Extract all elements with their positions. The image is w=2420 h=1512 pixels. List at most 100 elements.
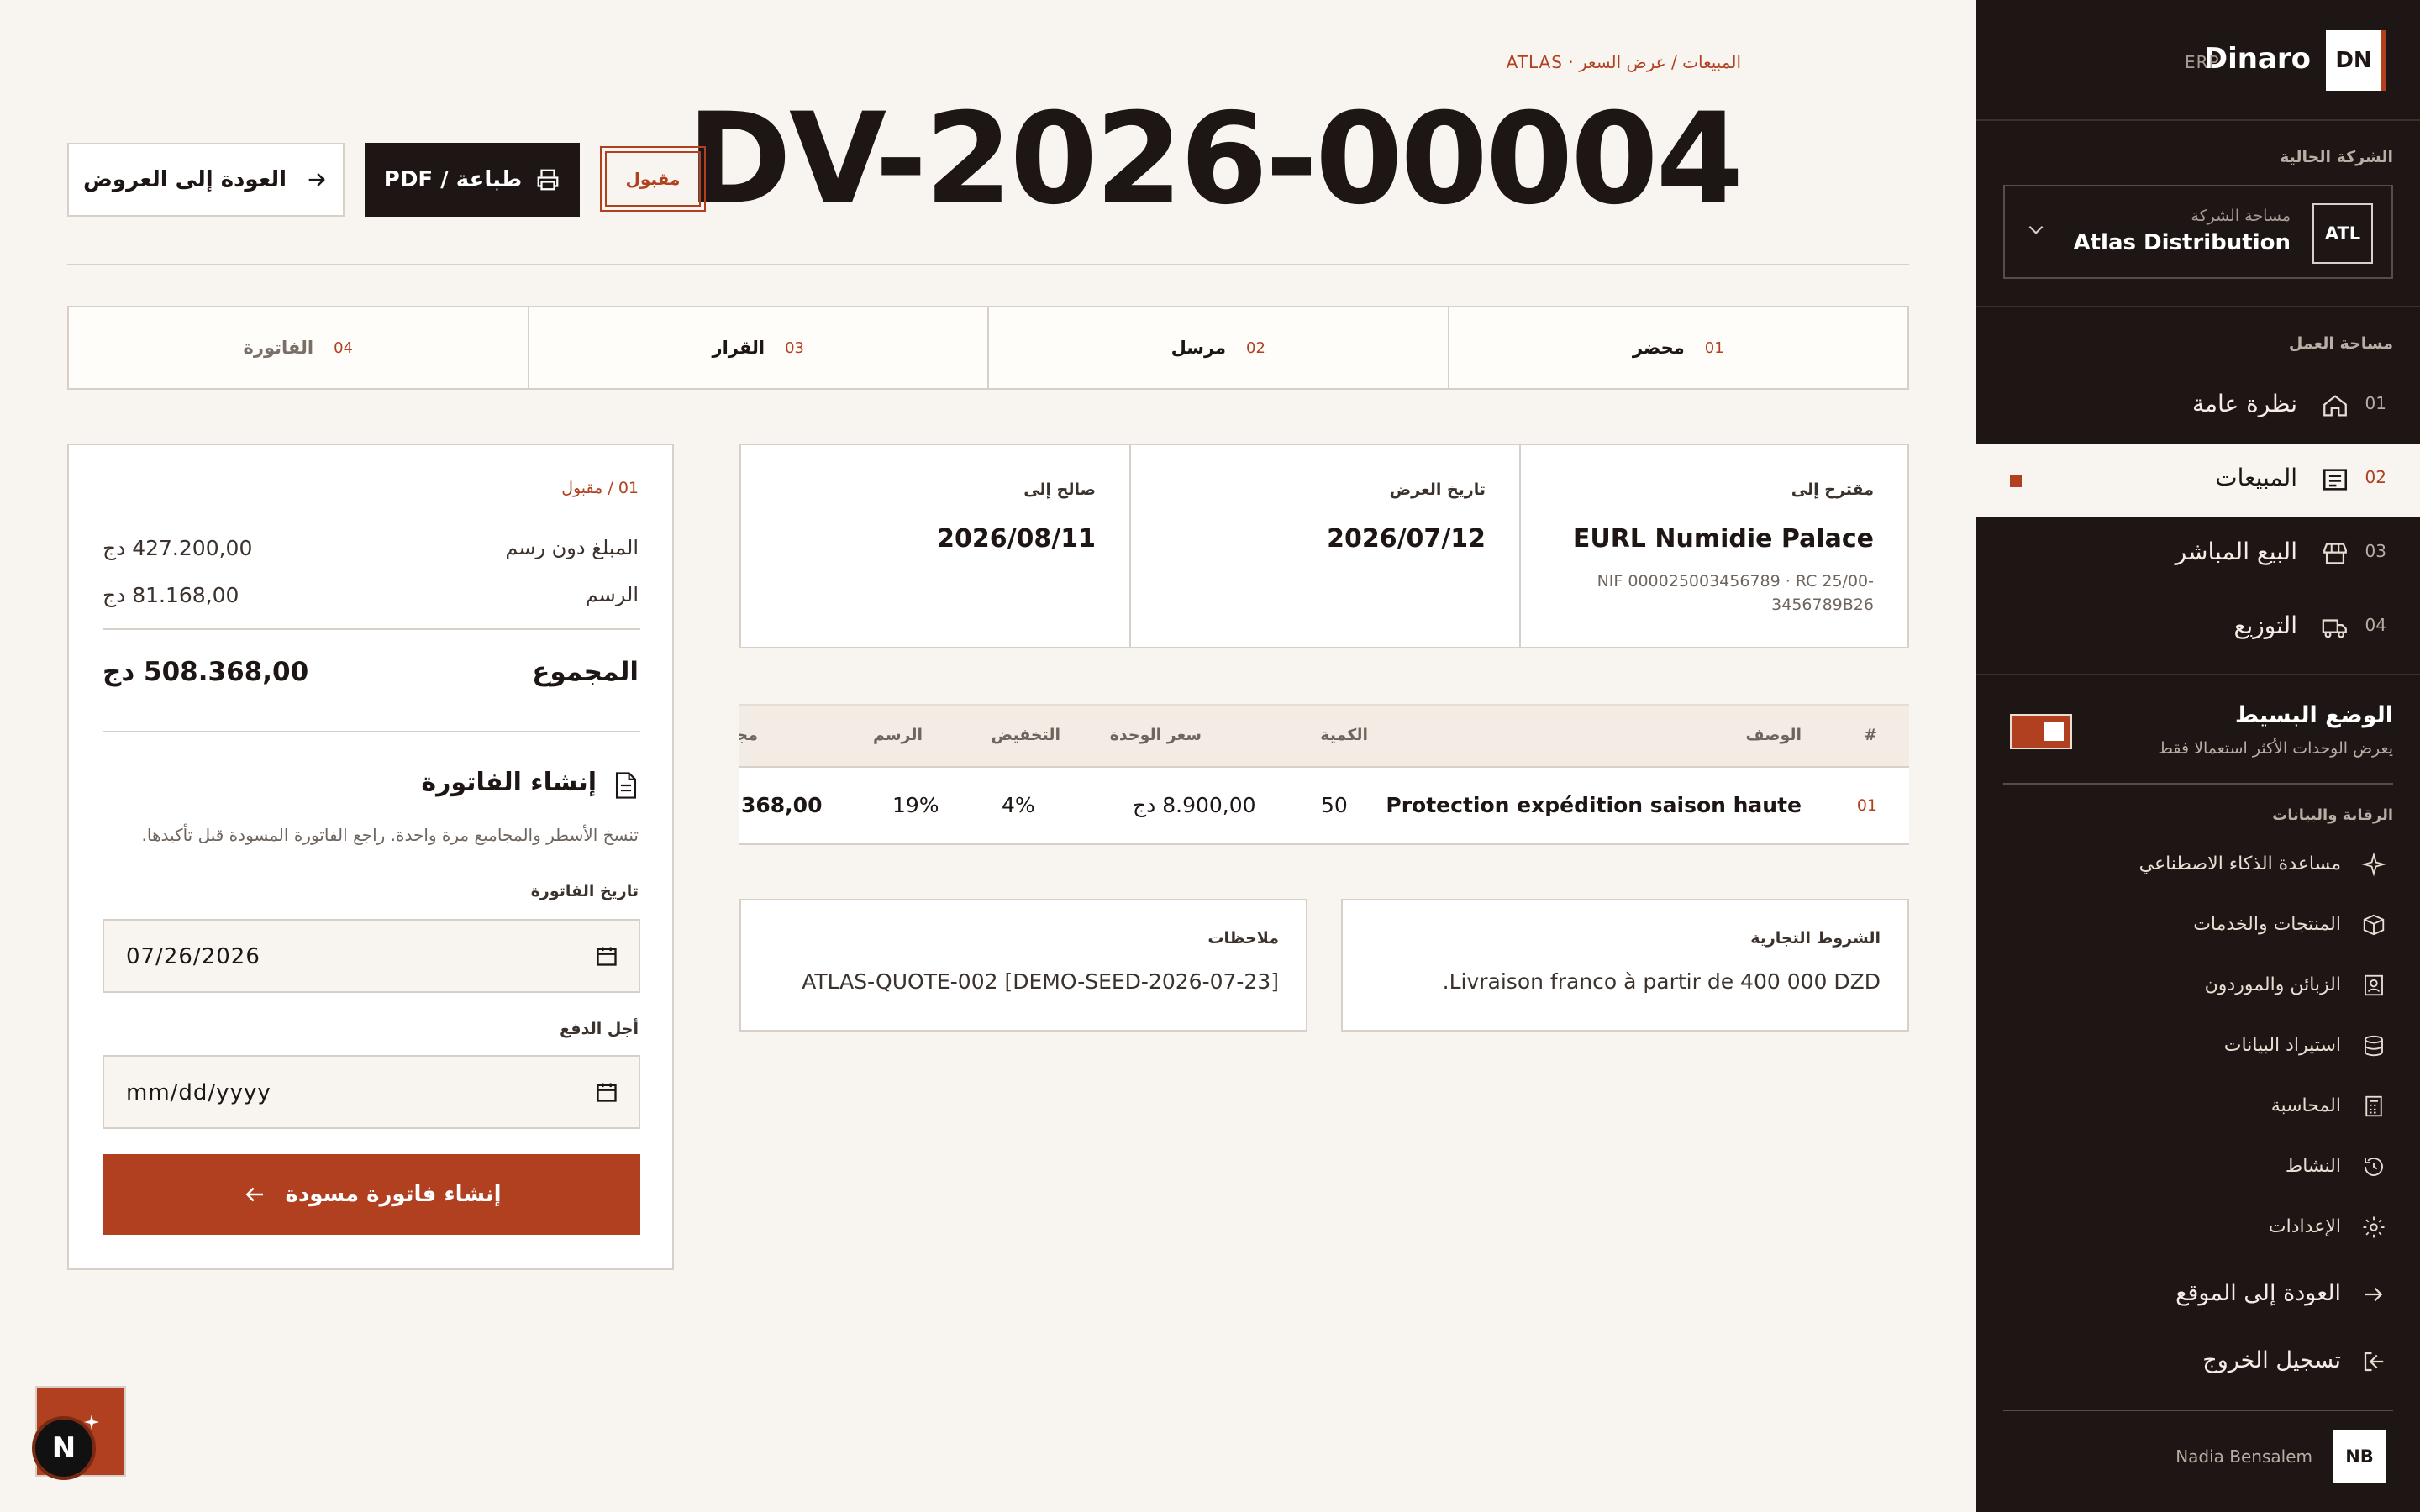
contacts-icon xyxy=(2365,974,2383,996)
col-total: مجـ xyxy=(739,726,758,744)
gear-icon xyxy=(2363,1216,2385,1238)
step-number: 01 xyxy=(1704,339,1724,357)
invoice-date-field[interactable]: 07/26/2026 xyxy=(103,919,640,993)
step-label: محضر xyxy=(1632,338,1685,358)
calendar-icon[interactable] xyxy=(595,944,618,968)
page-title: DV-2026-00004 xyxy=(687,87,1744,233)
back-to-site-link[interactable]: العودة إلى الموقع xyxy=(1976,1270,2420,1320)
quote-date-card: تاريخ العرض 2026/07/12 xyxy=(1129,444,1521,648)
sidebar-item-import[interactable]: استيراد البيانات xyxy=(1976,1021,2420,1072)
simple-mode-title: الوضع البسيط xyxy=(2234,702,2393,728)
step-sent[interactable]: 02 مرسل xyxy=(987,307,1448,388)
quote-progress-steps: 01 محضر 02 مرسل 03 القرار 04 الفاتورة xyxy=(67,306,1909,390)
calendar-icon[interactable] xyxy=(595,1080,618,1104)
sidebar-item-label: التوزيع xyxy=(2233,612,2297,639)
valid-until-label: صالح إلى xyxy=(1023,480,1096,499)
assistant-avatar-button[interactable]: N xyxy=(32,1416,96,1480)
valid-until-card: صالح إلى 2026/08/11 xyxy=(739,444,1131,648)
sidebar-item-distribution[interactable]: 04 التوزيع xyxy=(1976,591,2420,665)
totals-divider xyxy=(103,628,640,630)
simple-mode-toggle[interactable] xyxy=(2010,714,2072,749)
sidebar-item-direct-sale[interactable]: 03 البيع المباشر xyxy=(1976,517,2420,591)
logout-icon xyxy=(2364,1352,2384,1372)
sidebar-item-products[interactable]: المنتجات والخدمات xyxy=(1976,900,2420,951)
cell-unit-price: 8.900,00 دج xyxy=(1133,793,1256,817)
company-switcher[interactable]: ATL مساحة الشركة Atlas Distribution xyxy=(2003,185,2393,279)
sidebar-item-label: استيراد البيانات xyxy=(2223,1035,2341,1056)
nav-number: 01 xyxy=(2365,393,2386,413)
logout-link[interactable]: تسجيل الخروج xyxy=(1976,1337,2420,1388)
sidebar-divider xyxy=(2003,783,2393,785)
step-invoice[interactable]: 04 الفاتورة xyxy=(69,307,528,388)
home-icon xyxy=(2323,395,2347,417)
history-icon xyxy=(2365,1158,2383,1176)
logout-label: تسجيل الخروج xyxy=(2202,1347,2341,1373)
arrow-left-icon xyxy=(245,1187,263,1202)
invoice-panel: 01 / مقبول المبلغ دون رسم 427.200,00 دج … xyxy=(67,444,674,1270)
nav-number: 02 xyxy=(2365,467,2386,487)
user-name: Nadia Bensalem xyxy=(2175,1446,2312,1467)
sidebar-item-accounting[interactable]: المحاسبة xyxy=(1976,1082,2420,1132)
table-row[interactable]: 01 Protection expédition saison haute 50… xyxy=(739,768,1909,845)
create-invoice-help: تنسخ الأسطر والمجاميع مرة واحدة. راجع ال… xyxy=(141,825,639,845)
step-number: 03 xyxy=(785,339,804,357)
step-prepared[interactable]: 01 محضر xyxy=(1447,307,1908,388)
create-draft-label: إنشاء فاتورة مسودة xyxy=(285,1182,502,1207)
step-decision[interactable]: 03 القرار xyxy=(527,307,988,388)
col-description: الوصف xyxy=(1745,726,1802,744)
notes-card: ملاحظات ATLAS-QUOTE-002 [DEMO-SEED-2026-… xyxy=(739,899,1307,1032)
erp-label: ERP xyxy=(2185,52,2220,72)
total-label: المجموع xyxy=(532,657,639,687)
sidebar-item-overview[interactable]: 01 نظرة عامة xyxy=(1976,370,2420,444)
cell-quantity: 50 xyxy=(1321,793,1348,817)
cell-index: 01 xyxy=(1856,796,1877,815)
col-tax: الرسم xyxy=(872,726,923,744)
quote-date-value: 2026/07/12 xyxy=(1327,524,1486,554)
invoice-date-value: 07/26/2026 xyxy=(126,944,260,969)
create-invoice-title: إنشاء الفاتورة xyxy=(421,768,597,797)
sidebar-item-label: مساعدة الذكاء الاصطناعي xyxy=(2139,853,2341,874)
totals-divider xyxy=(103,731,640,732)
step-number: 04 xyxy=(334,339,354,357)
tax-label: الرسم xyxy=(585,583,639,606)
brand-name: Dinaro xyxy=(2203,42,2311,76)
arrow-right-icon xyxy=(308,173,325,186)
panel-status-crumb: 01 / مقبول xyxy=(561,479,639,497)
sidebar-divider xyxy=(1976,119,2420,121)
breadcrumb[interactable]: المبيعات / عرض السعر · ATLAS xyxy=(1507,52,1741,72)
sidebar-divider xyxy=(2003,1410,2393,1411)
notes-label: ملاحظات xyxy=(1207,929,1279,948)
sidebar-item-label: المنتجات والخدمات xyxy=(2193,914,2341,935)
truck-icon xyxy=(2322,619,2347,638)
simple-mode-subtitle: يعرض الوحدات الأكثر استعمالا فقط xyxy=(2158,739,2393,758)
status-label: مقبول xyxy=(605,151,701,207)
table-header: # الوصف الكمية سعر الوحدة التخفيض الرسم … xyxy=(739,704,1909,768)
due-date-placeholder: mm/dd/yyyy xyxy=(126,1080,271,1105)
back-to-quotes-button[interactable]: العودة إلى العروض xyxy=(67,143,345,217)
quote-lines-table: # الوصف الكمية سعر الوحدة التخفيض الرسم … xyxy=(739,704,1909,852)
cell-tax: 19% xyxy=(892,793,939,817)
step-label: الفاتورة xyxy=(243,338,314,358)
cell-description: Protection expédition saison haute xyxy=(1386,793,1802,817)
sparkle-icon xyxy=(2361,852,2386,877)
arrow-right-icon xyxy=(2365,1287,2383,1302)
app-logo[interactable]: DN xyxy=(2326,30,2386,91)
sidebar-item-contacts[interactable]: الزبائن والموردون xyxy=(1976,961,2420,1011)
calculator-icon xyxy=(2365,1095,2382,1117)
sidebar-item-sales[interactable]: 02 المبيعات xyxy=(1976,444,2420,517)
sidebar-item-label: المحاسبة xyxy=(2270,1095,2341,1116)
header-divider xyxy=(67,264,1909,265)
due-date-field[interactable]: mm/dd/yyyy xyxy=(103,1055,640,1129)
sidebar-item-activity[interactable]: النشاط xyxy=(1976,1142,2420,1193)
nav-number: 03 xyxy=(2365,541,2386,561)
print-pdf-button[interactable]: طباعة / PDF xyxy=(365,143,580,217)
sidebar-divider xyxy=(1976,674,2420,675)
step-label: القرار xyxy=(712,338,765,358)
chevron-down-icon xyxy=(2028,225,2044,234)
back-label: العودة إلى العروض xyxy=(82,167,287,192)
sidebar-item-ai-assistant[interactable]: مساعدة الذكاء الاصطناعي xyxy=(1976,840,2420,890)
avatar[interactable]: NB xyxy=(2333,1430,2386,1483)
create-draft-invoice-button[interactable]: إنشاء فاتورة مسودة xyxy=(103,1154,640,1235)
sidebar-item-settings[interactable]: الإعدادات xyxy=(1976,1203,2420,1253)
col-unit-price: سعر الوحدة xyxy=(1109,726,1202,744)
